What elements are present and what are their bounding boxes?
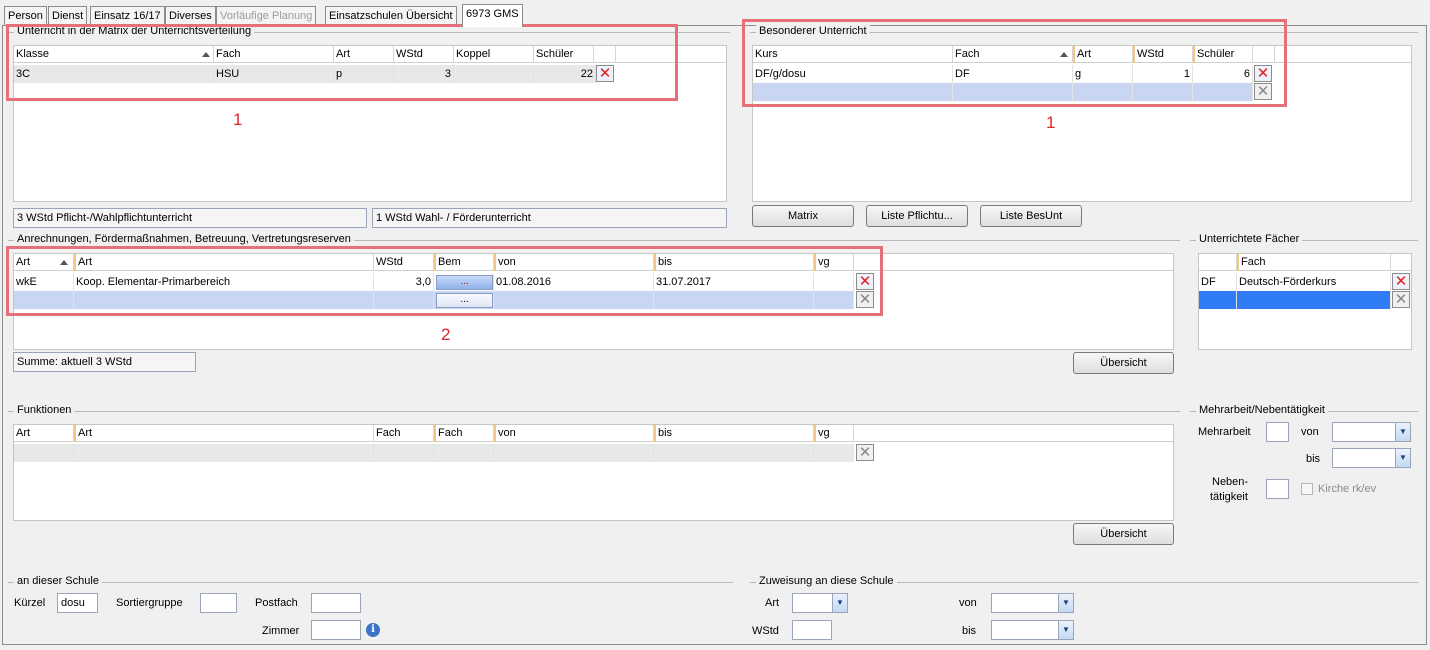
tab-einsatzschulen-uebersicht[interactable]: Einsatzschulen Übersicht — [325, 6, 457, 26]
postfach-input[interactable] — [311, 593, 361, 613]
tab-gms[interactable]: 6973 GMS — [462, 4, 523, 27]
zuweisung-bis-label: bis — [962, 625, 977, 637]
zuweisung-wstd-label: WStd — [752, 625, 779, 637]
col-kuerzel[interactable] — [1199, 254, 1237, 271]
faecher-grid: Fach DF Deutsch-Förderkurs ✕ ✕ — [1198, 253, 1412, 350]
nebentaetigkeit-input[interactable] — [1266, 479, 1289, 499]
delete-row-icon[interactable]: ✕ — [1392, 273, 1410, 290]
mehrarbeit-von-select[interactable]: ▼ — [1332, 422, 1411, 442]
funktionen-grid-header: Art Art Fach Fach von bis vg — [14, 425, 1173, 442]
zuweisung-art-label: Art — [765, 597, 780, 609]
col-vg[interactable]: vg — [814, 425, 854, 442]
anrechnungen-uebersicht-button[interactable]: Übersicht — [1073, 352, 1174, 374]
tab-einsatz[interactable]: Einsatz 16/17 — [90, 6, 165, 26]
mehrarbeit-bis-select[interactable]: ▼ — [1332, 448, 1411, 468]
mehrarbeit-input[interactable] — [1266, 422, 1289, 442]
tab-dienst[interactable]: Dienst — [48, 6, 88, 26]
zuweisung-wstd-input[interactable] — [792, 620, 832, 640]
chevron-down-icon[interactable]: ▼ — [1058, 594, 1073, 612]
mehrarbeit-von-label: von — [1301, 426, 1319, 438]
funktionen-uebersicht-button[interactable]: Übersicht — [1073, 523, 1174, 545]
cell-fach: Deutsch-Förderkurs — [1237, 273, 1391, 291]
col-fach-2[interactable]: Fach — [434, 425, 494, 442]
table-row[interactable]: DF Deutsch-Förderkurs — [1199, 273, 1391, 291]
matrix-summary-pflicht: 3 WStd Pflicht-/Wahlpflichtunterricht — [13, 208, 367, 228]
faecher-group: Unterrichtete Fächer — [1190, 233, 1418, 245]
new-row[interactable] — [1199, 291, 1391, 309]
liste-pflichtu-button[interactable]: Liste Pflichtu... — [866, 205, 968, 227]
sortiergruppe-label: Sortiergruppe — [116, 597, 183, 609]
schule-group-title: an dieser Schule — [14, 575, 102, 587]
highlight-box-matrix — [6, 24, 678, 101]
col-art[interactable]: Art — [14, 425, 74, 442]
delete-row-icon[interactable]: ✕ — [856, 444, 874, 461]
funktionen-group-title: Funktionen — [14, 404, 75, 416]
annotation-number: 2 — [441, 325, 451, 344]
tab-person[interactable]: Person — [4, 6, 47, 26]
mehrarbeit-label: Mehrarbeit — [1198, 426, 1251, 438]
funktionen-grid: Art Art Fach Fach von bis vg ✕ — [13, 424, 1174, 521]
zuweisung-von-label: von — [959, 597, 977, 609]
nebentaetigkeit-label-1: Neben- — [1212, 476, 1249, 488]
faecher-grid-header: Fach — [1199, 254, 1411, 271]
liste-besunt-button[interactable]: Liste BesUnt — [980, 205, 1082, 227]
postfach-label: Postfach — [255, 597, 298, 609]
zuweisung-group-title: Zuweisung an diese Schule — [756, 575, 897, 587]
tab-vorlaeufige-planung: Vorläufige Planung — [216, 6, 317, 26]
faecher-group-title: Unterrichtete Fächer — [1196, 233, 1303, 245]
sortiergruppe-input[interactable] — [200, 593, 237, 613]
zimmer-label: Zimmer — [262, 625, 300, 637]
zuweisung-art-select[interactable]: ▼ — [792, 593, 848, 613]
kirche-checkbox[interactable] — [1301, 483, 1313, 495]
zuweisung-von-select[interactable]: ▼ — [991, 593, 1074, 613]
anrechnungen-group: Anrechnungen, Fördermaßnahmen, Betreuung… — [8, 233, 1180, 245]
chevron-down-icon[interactable]: ▼ — [1395, 423, 1410, 441]
chevron-down-icon[interactable]: ▼ — [1058, 621, 1073, 639]
highlight-box-anrechnungen — [6, 246, 883, 316]
mehrarbeit-group-title: Mehrarbeit/Nebentätigkeit — [1196, 404, 1328, 416]
chevron-down-icon[interactable]: ▼ — [1395, 449, 1410, 467]
delete-row-icon[interactable]: ✕ — [1392, 291, 1410, 308]
annotation-number: 1 — [1046, 113, 1056, 132]
annotation-number: 1 — [233, 110, 243, 129]
info-icon[interactable]: i — [366, 623, 380, 637]
matrix-button[interactable]: Matrix — [752, 205, 854, 227]
col-fach[interactable]: Fach — [1237, 254, 1391, 271]
zimmer-input[interactable] — [311, 620, 361, 640]
anrechnungen-summe: Summe: aktuell 3 WStd — [13, 352, 196, 372]
kuerzel-input[interactable]: dosu — [57, 593, 98, 613]
zuweisung-group: Zuweisung an diese Schule — [750, 575, 1418, 587]
chevron-down-icon[interactable]: ▼ — [832, 594, 847, 612]
funktionen-group: Funktionen — [8, 404, 1180, 416]
col-bis[interactable]: bis — [654, 425, 814, 442]
schule-group: an dieser Schule — [8, 575, 733, 587]
col-art-beschreibung[interactable]: Art — [74, 425, 374, 442]
cell-kuerzel: DF — [1199, 273, 1237, 291]
new-row[interactable] — [14, 444, 854, 462]
kirche-label: Kirche rk/ev — [1318, 483, 1377, 495]
zuweisung-bis-select[interactable]: ▼ — [991, 620, 1074, 640]
col-fach[interactable]: Fach — [374, 425, 434, 442]
matrix-summary-wahl: 1 WStd Wahl- / Förderunterricht — [372, 208, 727, 228]
tab-diverses[interactable]: Diverses — [165, 6, 216, 26]
kuerzel-label: Kürzel — [14, 597, 46, 609]
anrechnungen-group-title: Anrechnungen, Fördermaßnahmen, Betreuung… — [14, 233, 354, 245]
mehrarbeit-bis-label: bis — [1306, 453, 1321, 465]
nebentaetigkeit-label-2: tätigkeit — [1210, 491, 1248, 503]
mehrarbeit-group: Mehrarbeit/Nebentätigkeit — [1190, 404, 1418, 416]
col-von[interactable]: von — [494, 425, 654, 442]
highlight-box-besonderer — [742, 19, 1287, 107]
